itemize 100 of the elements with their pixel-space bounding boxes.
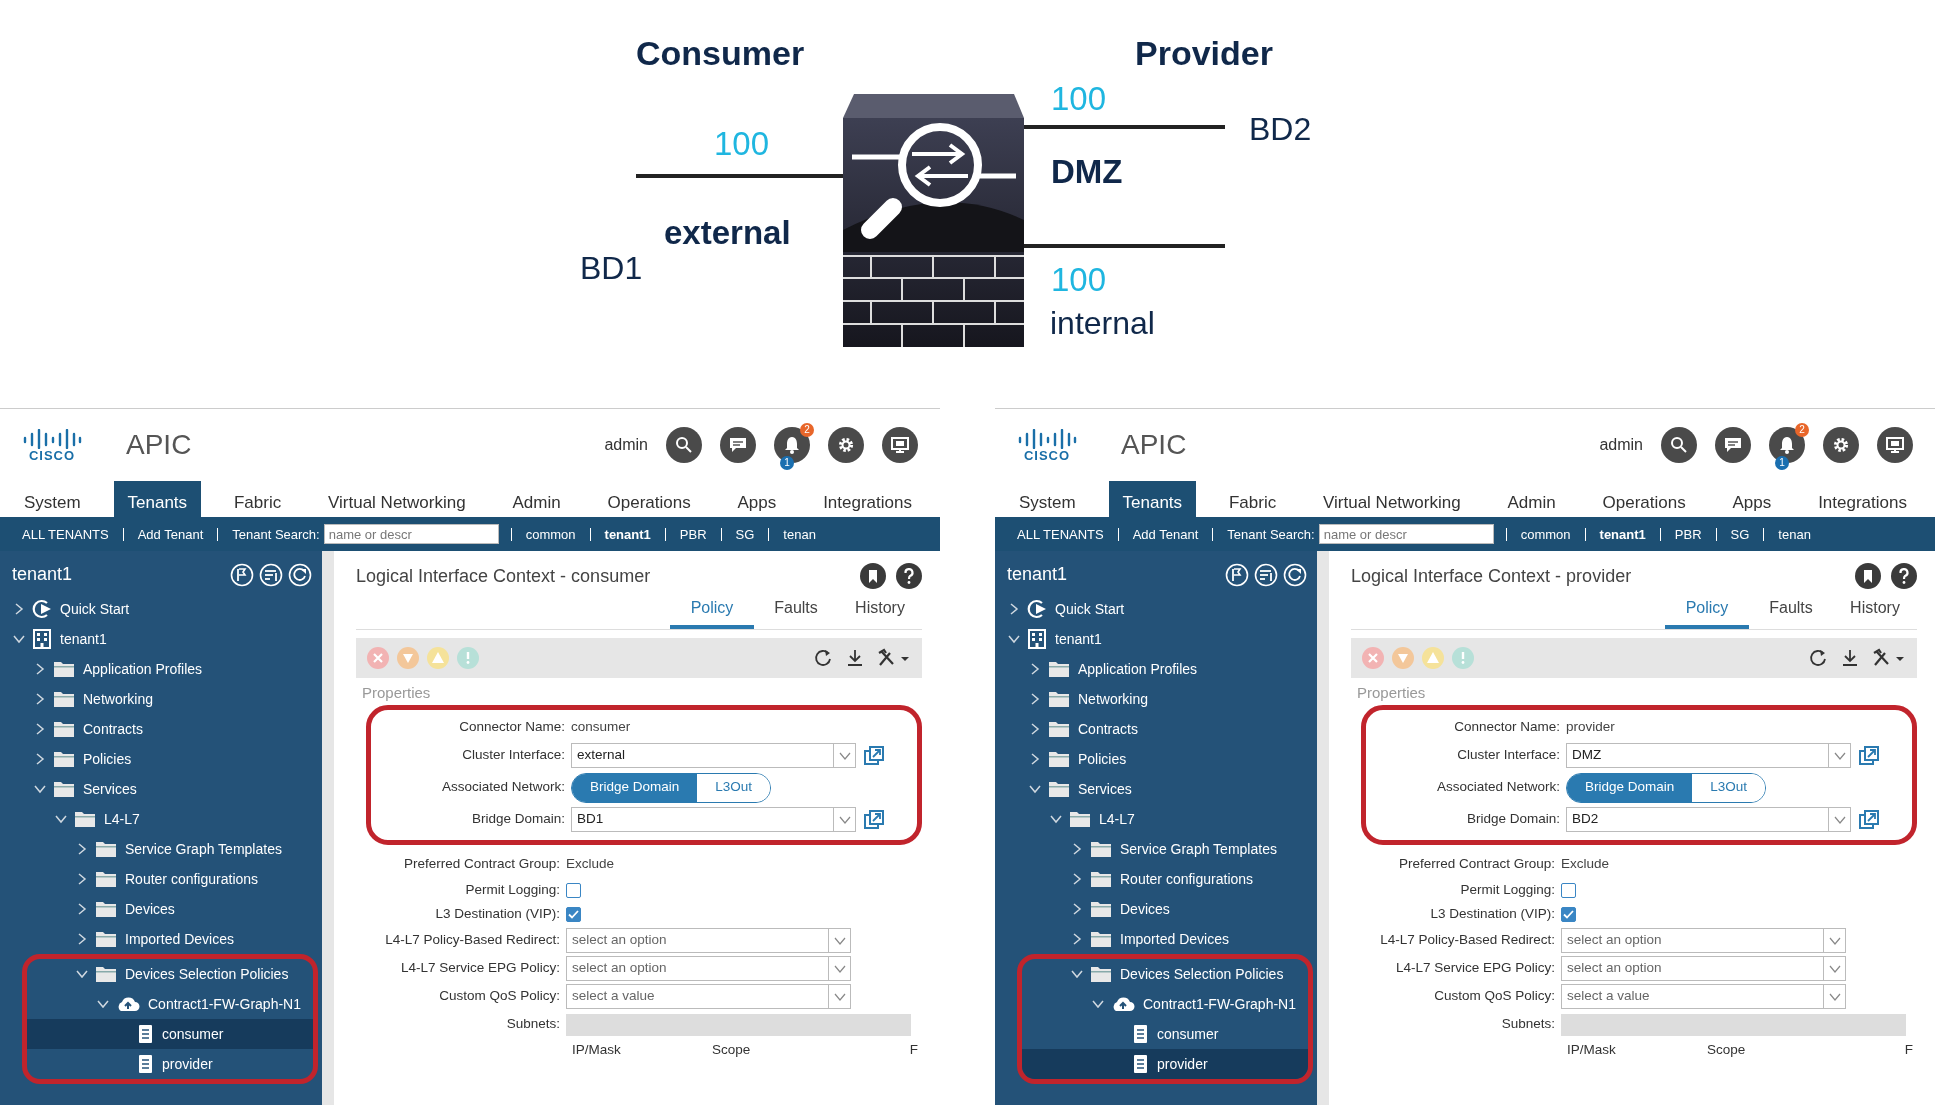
content-tab[interactable]: History (838, 592, 922, 629)
checkbox[interactable] (1561, 907, 1576, 922)
dropdown[interactable]: select a value (566, 984, 851, 1009)
refresh-button[interactable] (1283, 562, 1307, 587)
nav-tab[interactable]: Tenants (113, 481, 202, 517)
external-link-icon[interactable] (1859, 809, 1879, 830)
nav-tab[interactable]: Apps (723, 481, 791, 517)
search-field[interactable]: name or descr (323, 524, 499, 544)
nav-tab[interactable]: Integrations (809, 481, 926, 517)
refresh-button[interactable] (288, 562, 312, 587)
tree-item[interactable]: provider (27, 1049, 313, 1079)
content-tab[interactable]: Policy (1665, 592, 1749, 629)
tree-item[interactable]: Application Profiles (0, 654, 322, 684)
messages-button[interactable] (1715, 427, 1751, 463)
nav-tab[interactable]: Tenants (1108, 481, 1197, 517)
tenant-link[interactable]: tenant1 (589, 527, 665, 541)
tree-item[interactable]: Service Graph Templates (0, 834, 322, 864)
toggle-option[interactable]: Bridge Domain (1567, 773, 1693, 802)
content-tab[interactable]: Policy (670, 592, 754, 629)
tree-item[interactable]: Service Graph Templates (995, 834, 1317, 864)
tree-item[interactable]: Router configurations (0, 864, 322, 894)
tree-item[interactable]: Contract1-FW-Graph-N1 (1022, 989, 1308, 1019)
help-icon[interactable] (1891, 563, 1917, 589)
tree-item[interactable]: Contract1-FW-Graph-N1 (27, 989, 313, 1019)
tenant-link[interactable]: common (510, 527, 590, 541)
tenant-link[interactable]: tenant1 (1584, 527, 1660, 541)
dropdown[interactable]: external (571, 743, 856, 768)
messages-button[interactable] (720, 427, 756, 463)
tree-item[interactable]: Networking (0, 684, 322, 714)
help-icon[interactable] (896, 563, 922, 589)
settings-button[interactable] (1823, 427, 1859, 463)
tree-item[interactable]: Devices Selection Policies (27, 959, 313, 989)
external-link-icon[interactable] (864, 745, 884, 766)
tree-item[interactable]: Networking (995, 684, 1317, 714)
dropdown[interactable]: select an option (566, 928, 851, 953)
content-tab[interactable]: Faults (1749, 592, 1833, 629)
bookmark-icon[interactable] (1855, 563, 1881, 589)
dropdown[interactable]: BD2 (1566, 807, 1851, 832)
content-tab[interactable]: History (1833, 592, 1917, 629)
tree-item[interactable]: tenant1 (995, 624, 1317, 654)
tree-item[interactable]: Quick Start (0, 594, 322, 624)
tenant-link[interactable]: Add Tenant (122, 527, 218, 541)
tenant-link[interactable]: SG (720, 527, 769, 541)
tree-item[interactable]: Contracts (0, 714, 322, 744)
checkbox[interactable] (566, 907, 581, 922)
tree-item[interactable]: Application Profiles (995, 654, 1317, 684)
refresh-icon[interactable] (1807, 647, 1829, 669)
checkbox[interactable] (566, 883, 581, 898)
tenant-link[interactable]: SG (1715, 527, 1764, 541)
nav-tab[interactable]: System (10, 481, 95, 517)
nav-tab[interactable]: System (1005, 481, 1090, 517)
nav-tab[interactable]: Integrations (1804, 481, 1921, 517)
tree-item[interactable]: Router configurations (995, 864, 1317, 894)
tenant-link[interactable]: common (1505, 527, 1585, 541)
tree-item[interactable]: Policies (995, 744, 1317, 774)
tenant-link[interactable]: tenan (768, 527, 830, 541)
nav-tab[interactable]: Virtual Networking (1309, 481, 1475, 517)
dropdown[interactable]: select an option (1561, 928, 1846, 953)
tree-item[interactable]: L4-L7 (995, 804, 1317, 834)
tree-item[interactable]: provider (1022, 1049, 1308, 1079)
external-link-icon[interactable] (1859, 745, 1879, 766)
tree-item[interactable]: Policies (0, 744, 322, 774)
tree-item[interactable]: Quick Start (995, 594, 1317, 624)
tree-item[interactable]: consumer (27, 1019, 313, 1049)
search-button[interactable] (1661, 427, 1697, 463)
nav-tab[interactable]: Admin (498, 481, 575, 517)
nav-tab[interactable]: Virtual Networking (314, 481, 480, 517)
bookmark-icon[interactable] (860, 563, 886, 589)
tenant-link[interactable]: ALL TENANTS (1007, 527, 1118, 541)
dropdown[interactable]: select an option (1561, 956, 1846, 981)
checkbox[interactable] (1561, 883, 1576, 898)
display-button[interactable] (882, 427, 918, 463)
tenant-link[interactable]: ALL TENANTS (12, 527, 123, 541)
flag-button[interactable] (230, 562, 254, 587)
tree-item[interactable]: L4-L7 (0, 804, 322, 834)
flag-button[interactable] (1225, 562, 1249, 587)
tree-item[interactable]: Contracts (995, 714, 1317, 744)
content-tab[interactable]: Faults (754, 592, 838, 629)
tenant-link[interactable]: Add Tenant (1117, 527, 1213, 541)
tenant-link[interactable]: PBR (664, 527, 721, 541)
list-button[interactable] (1254, 562, 1278, 587)
refresh-icon[interactable] (812, 647, 834, 669)
tree-item[interactable]: Imported Devices (995, 924, 1317, 954)
dropdown[interactable]: select an option (566, 956, 851, 981)
external-link-icon[interactable] (864, 809, 884, 830)
tenant-link[interactable]: tenan (1763, 527, 1825, 541)
tree-item[interactable]: Services (995, 774, 1317, 804)
tree-item[interactable]: Devices (995, 894, 1317, 924)
dropdown[interactable]: BD1 (571, 807, 856, 832)
tree-item[interactable]: tenant1 (0, 624, 322, 654)
tree-item[interactable]: consumer (1022, 1019, 1308, 1049)
display-button[interactable] (1877, 427, 1913, 463)
nav-tab[interactable]: Apps (1718, 481, 1786, 517)
nav-tab[interactable]: Admin (1493, 481, 1570, 517)
nav-tab[interactable]: Fabric (1214, 481, 1291, 517)
dropdown[interactable]: DMZ (1566, 743, 1851, 768)
list-button[interactable] (259, 562, 283, 587)
tree-item[interactable]: Devices Selection Policies (1022, 959, 1308, 989)
search-button[interactable] (666, 427, 702, 463)
settings-button[interactable] (828, 427, 864, 463)
